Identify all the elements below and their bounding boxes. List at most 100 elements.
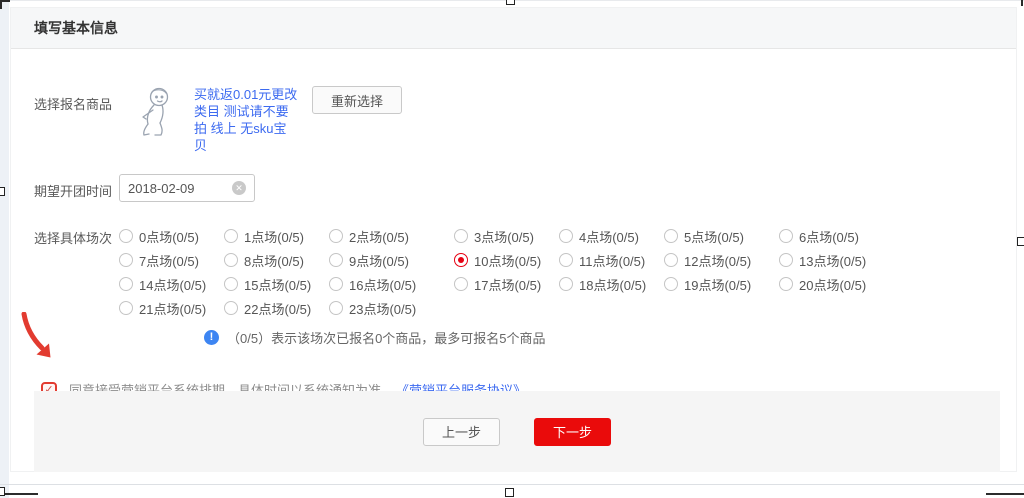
selection-handle bbox=[0, 187, 5, 196]
selection-corner-mark bbox=[1021, 0, 1023, 6]
radio-icon bbox=[454, 277, 468, 291]
session-option-label: 12点场(0/5) bbox=[684, 251, 751, 270]
radio-icon bbox=[454, 229, 468, 243]
page-left-gutter bbox=[0, 0, 9, 498]
session-option[interactable]: 13点场(0/5) bbox=[779, 248, 889, 272]
session-option-label: 0点场(0/5) bbox=[139, 227, 199, 246]
footer-bar: 上一步 下一步 bbox=[34, 391, 1000, 472]
session-note: （0/5）表示该场次已报名0个商品，最多可报名5个商品 bbox=[204, 328, 889, 347]
form-card: 填写基本信息 选择报名商品 bbox=[10, 7, 1017, 472]
info-icon bbox=[204, 330, 219, 345]
session-option[interactable]: 3点场(0/5) bbox=[454, 224, 559, 248]
radio-icon bbox=[454, 253, 468, 267]
session-option[interactable]: 4点场(0/5) bbox=[559, 224, 664, 248]
session-option[interactable]: 14点场(0/5) bbox=[119, 272, 224, 296]
selection-line-bottom bbox=[0, 484, 1024, 485]
session-option-label: 22点场(0/5) bbox=[244, 299, 311, 318]
session-option[interactable]: 15点场(0/5) bbox=[224, 272, 329, 296]
date-value: 2018-02-09 bbox=[128, 181, 195, 196]
session-option[interactable]: 5点场(0/5) bbox=[664, 224, 779, 248]
radio-icon bbox=[329, 277, 343, 291]
session-option-label: 19点场(0/5) bbox=[684, 275, 751, 294]
clear-icon[interactable] bbox=[232, 181, 246, 195]
session-option[interactable]: 21点场(0/5) bbox=[119, 296, 224, 320]
radio-icon bbox=[559, 253, 573, 267]
selection-handle bbox=[1017, 237, 1024, 246]
sessions-label: 选择具体场次 bbox=[34, 224, 119, 347]
session-option[interactable]: 9点场(0/5) bbox=[329, 248, 454, 272]
sessions-row: 选择具体场次 0点场(0/5) 1点场(0/5) 2点场(0/5) 3点场(0/5) 4… bbox=[34, 224, 999, 347]
session-option-label: 21点场(0/5) bbox=[139, 299, 206, 318]
radio-icon bbox=[779, 277, 793, 291]
session-note-text: （0/5）表示该场次已报名0个商品，最多可报名5个商品 bbox=[227, 328, 546, 347]
date-label: 期望开团时间 bbox=[34, 174, 119, 202]
date-row: 期望开团时间 2018-02-09 bbox=[34, 174, 999, 202]
session-option-label: 5点场(0/5) bbox=[684, 227, 744, 246]
session-option[interactable]: 16点场(0/5) bbox=[329, 272, 454, 296]
product-row: 选择报名商品 买就返0.01元更改类目 测试请不要拍 线上 bbox=[34, 86, 999, 154]
session-option-label: 23点场(0/5) bbox=[349, 299, 416, 318]
session-option[interactable]: 20点场(0/5) bbox=[779, 272, 889, 296]
prev-step-button[interactable]: 上一步 bbox=[423, 418, 500, 446]
radio-icon bbox=[224, 301, 238, 315]
radio-icon bbox=[779, 229, 793, 243]
selection-handle bbox=[0, 487, 5, 496]
radio-icon bbox=[329, 229, 343, 243]
radio-icon bbox=[119, 253, 133, 267]
product-field: 买就返0.01元更改类目 测试请不要拍 线上 无sku宝贝 重新选择 bbox=[119, 86, 402, 154]
session-option[interactable]: 7点场(0/5) bbox=[119, 248, 224, 272]
selection-handle bbox=[506, 0, 515, 5]
session-option-label: 2点场(0/5) bbox=[349, 227, 409, 246]
session-option[interactable]: 1点场(0/5) bbox=[224, 224, 329, 248]
radio-icon bbox=[559, 277, 573, 291]
session-option[interactable]: 10点场(0/5) bbox=[454, 248, 559, 272]
session-option-label: 3点场(0/5) bbox=[474, 227, 534, 246]
session-grid: 0点场(0/5) 1点场(0/5) 2点场(0/5) 3点场(0/5) 4点场(0/5)… bbox=[119, 224, 889, 320]
session-option-label: 16点场(0/5) bbox=[349, 275, 416, 294]
radio-icon bbox=[329, 253, 343, 267]
sessions-field: 0点场(0/5) 1点场(0/5) 2点场(0/5) 3点场(0/5) 4点场(0/5)… bbox=[119, 224, 889, 347]
radio-icon bbox=[779, 253, 793, 267]
reselect-button[interactable]: 重新选择 bbox=[312, 86, 402, 114]
session-option-label: 11点场(0/5) bbox=[579, 251, 645, 270]
session-option[interactable]: 6点场(0/5) bbox=[779, 224, 889, 248]
session-option[interactable]: 11点场(0/5) bbox=[559, 248, 664, 272]
session-option[interactable]: 0点场(0/5) bbox=[119, 224, 224, 248]
radio-icon bbox=[664, 277, 678, 291]
session-option[interactable]: 19点场(0/5) bbox=[664, 272, 779, 296]
session-option-label: 4点场(0/5) bbox=[579, 227, 639, 246]
radio-icon bbox=[664, 253, 678, 267]
session-option[interactable]: 2点场(0/5) bbox=[329, 224, 454, 248]
product-name-link[interactable]: 买就返0.01元更改类目 测试请不要拍 线上 无sku宝贝 bbox=[194, 86, 298, 154]
session-option[interactable]: 23点场(0/5) bbox=[329, 296, 454, 320]
radio-icon bbox=[119, 301, 133, 315]
session-option-label: 10点场(0/5) bbox=[474, 251, 541, 270]
session-option[interactable]: 12点场(0/5) bbox=[664, 248, 779, 272]
session-option[interactable]: 8点场(0/5) bbox=[224, 248, 329, 272]
session-option-label: 20点场(0/5) bbox=[799, 275, 866, 294]
session-option-label: 9点场(0/5) bbox=[349, 251, 409, 270]
radio-icon bbox=[664, 229, 678, 243]
radio-icon bbox=[224, 229, 238, 243]
radio-icon bbox=[329, 301, 343, 315]
session-option-label: 8点场(0/5) bbox=[244, 251, 304, 270]
session-option-label: 1点场(0/5) bbox=[244, 227, 304, 246]
session-option[interactable]: 18点场(0/5) bbox=[559, 272, 664, 296]
selection-corner-mark bbox=[0, 0, 2, 9]
session-option[interactable]: 22点场(0/5) bbox=[224, 296, 329, 320]
date-input[interactable]: 2018-02-09 bbox=[119, 174, 255, 202]
card-body: 选择报名商品 买就返0.01元更改类目 测试请不要拍 线上 bbox=[11, 86, 1016, 399]
page-title: 填写基本信息 bbox=[34, 20, 118, 36]
session-option-label: 13点场(0/5) bbox=[799, 251, 866, 270]
product-label: 选择报名商品 bbox=[34, 86, 119, 154]
radio-icon bbox=[119, 277, 133, 291]
session-option-label: 6点场(0/5) bbox=[799, 227, 859, 246]
selection-corner-mark bbox=[0, 493, 38, 495]
session-option[interactable]: 17点场(0/5) bbox=[454, 272, 559, 296]
selection-corner-mark bbox=[986, 493, 1024, 495]
selection-handle bbox=[505, 488, 514, 497]
next-step-button[interactable]: 下一步 bbox=[534, 418, 611, 446]
radio-icon bbox=[119, 229, 133, 243]
session-option-label: 7点场(0/5) bbox=[139, 251, 199, 270]
screenshot-root: 填写基本信息 选择报名商品 bbox=[0, 0, 1024, 498]
